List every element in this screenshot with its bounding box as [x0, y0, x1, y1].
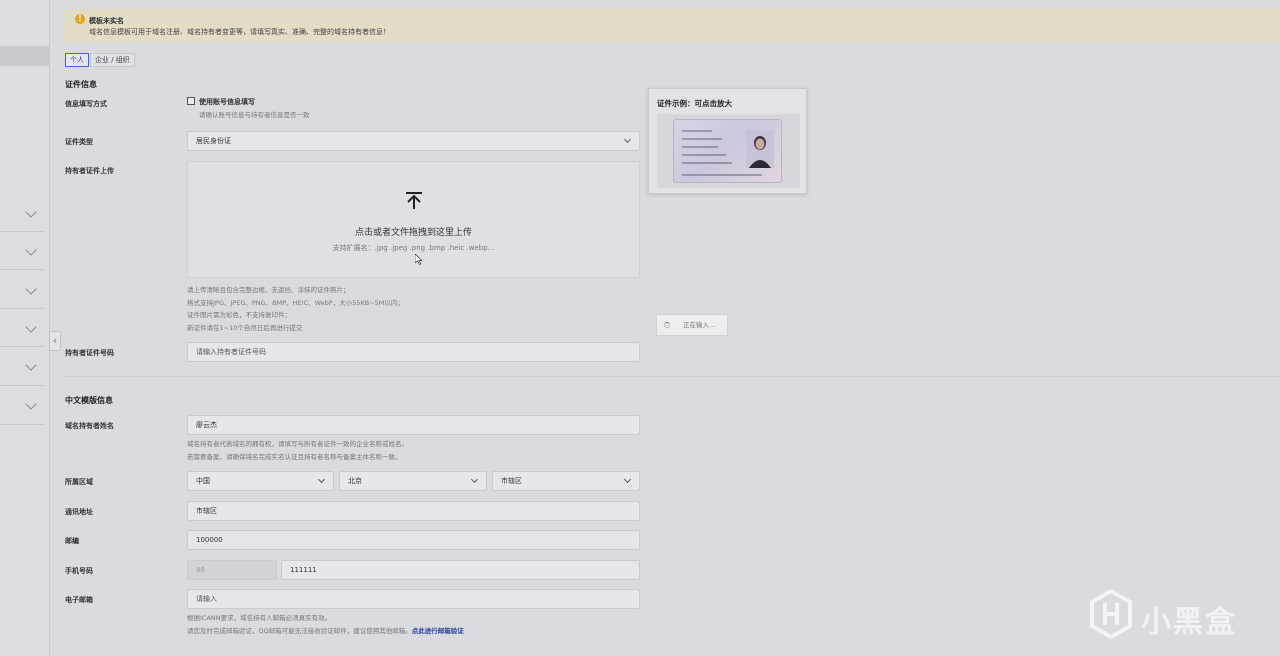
address-input[interactable]: 市辖区 — [187, 501, 640, 521]
phone-label: 手机号码 — [65, 567, 93, 575]
postcode-input[interactable]: 100000 — [187, 530, 640, 550]
email-label: 电子邮箱 — [65, 596, 93, 604]
banner-text: 域名信息模板可用于域名注册、域名持有者变更等，请填写真实、准确、完整的域名持有者… — [89, 28, 390, 36]
city-value: 市辖区 — [501, 477, 522, 485]
sidebar-divider — [0, 385, 44, 386]
cert-example-popover: 证件示例：可点击放大 — [648, 88, 807, 194]
left-sidebar — [0, 0, 50, 656]
upload-icon — [406, 192, 422, 209]
upload-hint-line: 格式支持JPG、JPEG、PNG、BMP、HEIC、WebP，大小55KB~5M… — [187, 298, 404, 307]
upload-formats: 支持扩展名：.jpg .jpeg .png .bmp .heic .webp..… — [332, 244, 495, 252]
chevron-down-icon[interactable] — [25, 321, 37, 333]
cert-type-select[interactable]: 居民身份证 — [187, 131, 640, 151]
cert-example-image[interactable] — [657, 114, 800, 188]
sidebar-divider — [0, 424, 44, 425]
email-hint-line: 请您及时完成邮箱验证，QQ邮箱可能无法接收验证邮件，建议使用其他邮箱。点此进行邮… — [187, 625, 464, 638]
tab-individual[interactable]: 个人 — [65, 53, 89, 67]
use-account-checkbox[interactable] — [187, 97, 195, 105]
warning-icon: ! — [75, 14, 85, 24]
address-label: 通讯地址 — [65, 508, 93, 516]
email-verify-link[interactable]: 点此进行邮箱验证 — [412, 627, 464, 635]
sidebar-divider — [0, 346, 44, 347]
upload-dropzone[interactable]: 点击或者文件拖拽到这里上传 支持扩展名：.jpg .jpeg .png .bmp… — [187, 161, 640, 278]
owner-name-label: 域名持有者姓名 — [65, 422, 114, 430]
chevron-down-icon — [317, 475, 326, 484]
chevron-down-icon — [470, 475, 479, 484]
example-title: 证件示例：可点击放大 — [657, 99, 732, 108]
chevron-down-icon[interactable] — [25, 244, 37, 256]
cert-type-value: 居民身份证 — [196, 137, 231, 145]
id-photo — [746, 130, 774, 168]
sidebar-divider — [0, 308, 44, 309]
email-hint-line: 根据ICANN要求，域名持有人邮箱必须真实有效。 — [187, 614, 332, 622]
country-value: 中国 — [196, 477, 210, 485]
upload-hints: 请上传清晰且包含完整边框、无遮挡、涂抹的证件照片； 格式支持JPG、JPEG、P… — [187, 284, 404, 334]
region-label: 所属区域 — [65, 478, 93, 486]
sidebar-item-active[interactable] — [0, 46, 49, 66]
email-input[interactable]: 请输入 — [187, 589, 640, 609]
loading-text: 正在输入... — [683, 321, 716, 329]
id-card-image — [673, 119, 782, 183]
province-select[interactable]: 北京 — [339, 471, 487, 491]
section-divider — [63, 376, 1280, 377]
upload-hint-line: 证件图片需为彩色，不支持复印件； — [187, 311, 291, 319]
section-title-cn: 中文模版信息 — [65, 396, 113, 405]
mouse-cursor-icon — [415, 254, 423, 265]
email-hints: 根据ICANN要求，域名持有人邮箱必须真实有效。 请您及时完成邮箱验证，QQ邮箱… — [187, 612, 464, 637]
phone-input[interactable]: 111111 — [281, 560, 640, 580]
upload-title: 点击或者文件拖拽到这里上传 — [354, 228, 472, 238]
owner-hint-line: 若需要备案，请确保域名完成实名认证且持有者名称与备案主体名称一致。 — [187, 452, 402, 461]
warning-banner: ! 模板未实名 域名信息模板可用于域名注册、域名持有者变更等，请填写真实、准确、… — [63, 9, 1280, 42]
chevron-down-icon[interactable] — [25, 283, 37, 295]
city-select[interactable]: 市辖区 — [492, 471, 640, 491]
owner-hints: 域名持有者代表域名的拥有权，请填写与所有者证件一致的企业名称或姓名。 若需要备案… — [187, 438, 408, 463]
spinner-icon — [664, 322, 670, 328]
chevron-down-icon[interactable] — [25, 398, 37, 410]
sidebar-divider — [0, 231, 44, 232]
use-account-label[interactable]: 使用账号信息填写 — [199, 97, 255, 107]
cert-number-input[interactable]: 请输入持有者证件号码 — [187, 342, 640, 362]
banner-title: 模板未实名 — [89, 17, 124, 25]
section-title-cert: 证件信息 — [65, 80, 97, 89]
sidebar-divider — [0, 269, 44, 270]
tab-enterprise[interactable]: 企业 / 组织 — [90, 53, 135, 67]
cert-number-label: 持有者证件号码 — [65, 349, 114, 357]
postcode-label: 邮编 — [65, 537, 79, 545]
province-value: 北京 — [348, 477, 362, 485]
upload-hint-line: 请上传清晰且包含完整边框、无遮挡、涂抹的证件照片； — [187, 286, 350, 294]
cert-type-label: 证件类型 — [65, 138, 93, 146]
email-hint-text: 请您及时完成邮箱验证，QQ邮箱可能无法接收验证邮件，建议使用其他邮箱。 — [187, 626, 412, 635]
upload-hint-line: 新证件请在1~10个自然日后再进行提交 — [187, 323, 303, 332]
country-select[interactable]: 中国 — [187, 471, 334, 491]
xiaoheihe-logo-icon — [1090, 589, 1132, 639]
watermark: 小黑盒 — [1089, 589, 1249, 640]
chevron-down-icon[interactable] — [25, 359, 37, 371]
phone-prefix-field: 86 — [187, 560, 277, 580]
fill-mode-label: 信息填写方式 — [65, 100, 107, 108]
chevron-down-icon[interactable] — [25, 206, 37, 218]
chevron-down-icon — [623, 135, 632, 144]
chevron-down-icon — [623, 475, 632, 484]
watermark-text: 小黑盒 — [1141, 605, 1237, 640]
owner-name-input[interactable]: 廖云杰 — [187, 415, 640, 435]
upload-label: 持有者证件上传 — [65, 167, 114, 175]
sidebar-collapse-button[interactable]: ‹ — [49, 331, 61, 351]
loading-toast: 正在输入... — [656, 314, 728, 336]
use-account-hint: 请确认账号信息与持有者信息是否一致 — [199, 111, 310, 119]
owner-hint-line: 域名持有者代表域名的拥有权，请填写与所有者证件一致的企业名称或姓名。 — [187, 440, 408, 448]
